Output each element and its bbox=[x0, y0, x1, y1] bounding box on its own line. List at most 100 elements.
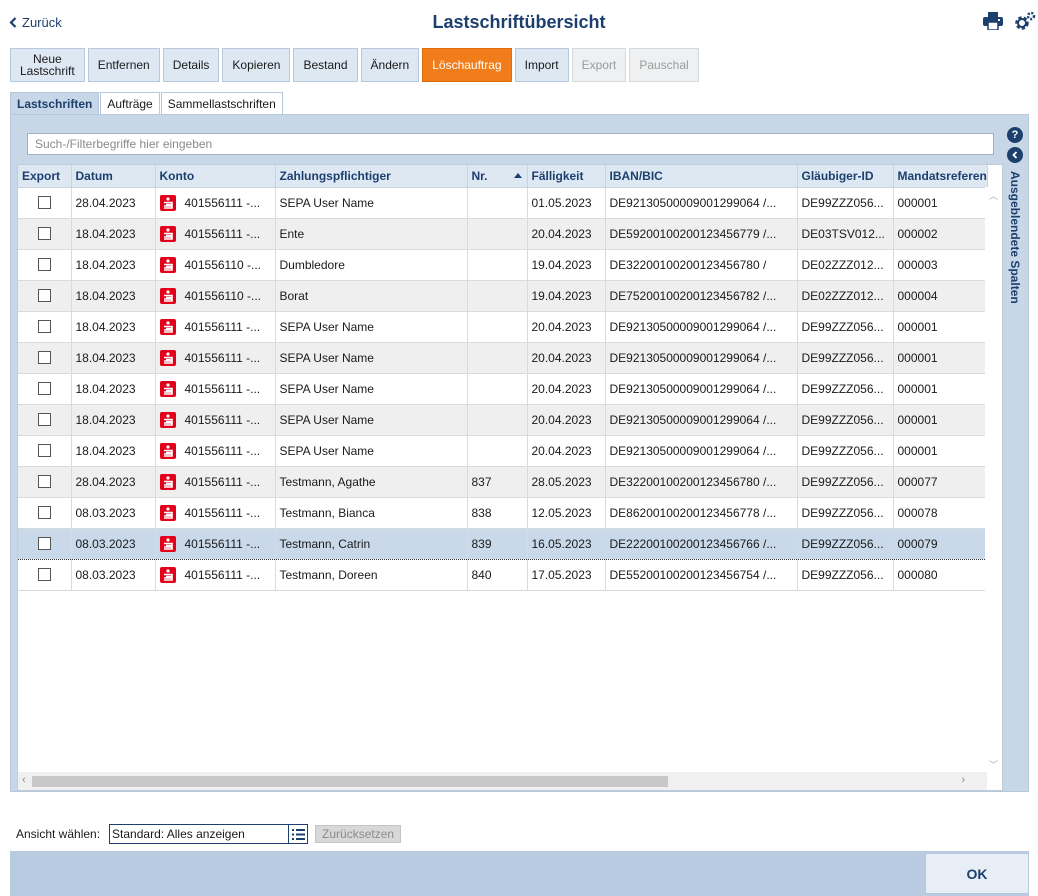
iban-bic-cell: DE92130500009001299064 /... bbox=[605, 373, 798, 405]
tab-auftraege[interactable]: Aufträge bbox=[100, 92, 160, 114]
col-header-mandatsreferenz[interactable]: Mandatsreferenz bbox=[893, 165, 988, 188]
konto-label: 401556111 -... bbox=[184, 195, 261, 210]
konto-cell: 401556111 -... bbox=[155, 373, 276, 405]
vertical-scrollbar[interactable]: ︿ ﹀ bbox=[985, 187, 1002, 773]
col-header-datum[interactable]: Datum bbox=[71, 165, 156, 188]
list-icon[interactable] bbox=[289, 824, 309, 844]
table-row[interactable]: 18.04.2023 401556111 -... SEPA User Name 20… bbox=[18, 311, 988, 343]
zahlungspflichtiger-cell: Borat bbox=[275, 280, 468, 312]
konto-label: 401556111 -... bbox=[184, 567, 261, 582]
table-row[interactable]: 08.03.2023 401556111 -... Testmann, Doreen… bbox=[18, 559, 988, 591]
zahlungspflichtiger-cell: Testmann, Catrin bbox=[275, 527, 468, 560]
datum-cell: 28.04.2023 bbox=[71, 187, 156, 219]
glaeubiger-id-cell: DE99ZZZ056... bbox=[797, 373, 894, 405]
export-checkbox[interactable] bbox=[37, 568, 51, 581]
nr-cell bbox=[467, 280, 528, 312]
scroll-up-icon[interactable]: ︿ bbox=[989, 189, 998, 202]
export-checkbox[interactable] bbox=[37, 289, 51, 302]
col-header-zahlungspflichtiger[interactable]: Zahlungspflichtiger bbox=[275, 165, 468, 188]
nr-cell bbox=[467, 311, 528, 343]
export-checkbox[interactable] bbox=[37, 320, 51, 333]
export-checkbox[interactable] bbox=[37, 537, 51, 550]
glaeubiger-id-cell: DE99ZZZ056... bbox=[797, 497, 894, 529]
table-row[interactable]: 28.04.2023 401556111 -... Testmann, Agathe… bbox=[18, 466, 988, 498]
print-icon[interactable] bbox=[982, 10, 1004, 32]
help-icon[interactable]: ? bbox=[1007, 127, 1023, 143]
col-header-nr[interactable]: Nr. bbox=[467, 165, 528, 188]
zahlungspflichtiger-cell: SEPA User Name bbox=[275, 373, 468, 405]
scroll-right-icon[interactable]: › bbox=[961, 774, 965, 786]
glaeubiger-id-cell: DE99ZZZ056... bbox=[797, 187, 894, 219]
table-row[interactable]: 18.04.2023 401556110 -... Borat 19.04.2023 D… bbox=[18, 280, 988, 312]
iban-bic-cell: DE32200100200123456780 / bbox=[605, 249, 798, 281]
col-header-iban-bic[interactable]: IBAN/BIC bbox=[605, 165, 798, 188]
edit-button[interactable]: Ändern bbox=[360, 48, 420, 82]
export-checkbox[interactable] bbox=[37, 382, 51, 395]
tab-sammellastschriften[interactable]: Sammellastschriften bbox=[160, 92, 283, 114]
col-header-konto[interactable]: Konto bbox=[155, 165, 276, 188]
sparkasse-logo-icon bbox=[159, 535, 176, 552]
export-checkbox[interactable] bbox=[37, 413, 51, 426]
export-checkbox[interactable] bbox=[37, 258, 51, 271]
glaeubiger-id-cell: DE99ZZZ056... bbox=[797, 404, 894, 436]
faelligkeit-cell: 20.04.2023 bbox=[527, 342, 606, 374]
new-direct-debit-button[interactable]: Neue Lastschrift bbox=[10, 48, 85, 82]
view-select[interactable]: Standard: Alles anzeigen bbox=[109, 824, 290, 844]
table-row[interactable]: 28.04.2023 401556111 -... SEPA User Name 01… bbox=[18, 187, 988, 219]
export-checkbox[interactable] bbox=[37, 506, 51, 519]
export-checkbox[interactable] bbox=[37, 196, 51, 209]
faelligkeit-cell: 12.05.2023 bbox=[527, 497, 606, 529]
konto-label: 401556111 -... bbox=[184, 443, 261, 458]
horizontal-scroll-thumb[interactable] bbox=[32, 776, 668, 787]
ok-button[interactable]: OK bbox=[925, 853, 1029, 894]
konto-cell: 401556111 -... bbox=[155, 218, 276, 250]
col-header-glaeubiger-id[interactable]: Gläubiger-ID bbox=[797, 165, 894, 188]
scroll-left-icon[interactable]: ‹ bbox=[22, 774, 26, 786]
reset-button[interactable]: Zurücksetzen bbox=[315, 825, 402, 843]
chevron-left-circle-icon[interactable] bbox=[1007, 147, 1023, 163]
export-cell bbox=[18, 342, 72, 374]
details-button[interactable]: Details bbox=[162, 48, 220, 82]
konto-label: 401556111 -... bbox=[184, 536, 261, 551]
inventory-button[interactable]: Bestand bbox=[293, 48, 358, 82]
hidden-columns-label[interactable]: Ausgeblendete Spalten bbox=[1008, 171, 1022, 304]
export-checkbox[interactable] bbox=[37, 351, 51, 364]
copy-button[interactable]: Kopieren bbox=[222, 48, 291, 82]
col-header-export[interactable]: Export bbox=[18, 165, 72, 188]
delete-order-button[interactable]: Löschauftrag bbox=[422, 48, 512, 82]
konto-label: 401556111 -... bbox=[184, 474, 261, 489]
table-row[interactable]: 18.04.2023 401556111 -... SEPA User Name 20… bbox=[18, 404, 988, 436]
export-checkbox[interactable] bbox=[37, 444, 51, 457]
glaeubiger-id-cell: DE99ZZZ056... bbox=[797, 559, 894, 591]
konto-cell: 401556111 -... bbox=[155, 404, 276, 436]
sparkasse-logo-icon bbox=[159, 411, 176, 428]
table-row[interactable]: 08.03.2023 401556111 -... Testmann, Bianca… bbox=[18, 497, 988, 529]
horizontal-scrollbar[interactable]: ‹ › bbox=[18, 772, 987, 790]
table-row[interactable]: 18.04.2023 401556111 -... Ente 20.04.2023 DE… bbox=[18, 218, 988, 250]
iban-bic-cell: DE92130500009001299064 /... bbox=[605, 404, 798, 436]
table-row[interactable]: 18.04.2023 401556111 -... SEPA User Name 20… bbox=[18, 435, 988, 467]
export-checkbox[interactable] bbox=[37, 475, 51, 488]
remove-button[interactable]: Entfernen bbox=[87, 48, 160, 82]
zahlungspflichtiger-cell: Dumbledore bbox=[275, 249, 468, 281]
search-filter-input[interactable] bbox=[27, 133, 994, 155]
flat-rate-button[interactable]: Pauschal bbox=[629, 48, 699, 82]
export-cell bbox=[18, 527, 72, 560]
settings-gear-icon[interactable] bbox=[1014, 10, 1036, 32]
export-checkbox[interactable] bbox=[37, 227, 51, 240]
table-row[interactable]: 18.04.2023 401556111 -... SEPA User Name 20… bbox=[18, 373, 988, 405]
mandatsreferenz-cell: 000079 bbox=[893, 527, 988, 560]
export-button[interactable]: Export bbox=[571, 48, 627, 82]
col-header-faelligkeit[interactable]: Fälligkeit bbox=[527, 165, 606, 188]
table-row[interactable]: 08.03.2023 401556111 -... Testmann, Catrin… bbox=[18, 527, 988, 560]
table-row[interactable]: 18.04.2023 401556110 -... Dumbledore 19.04.… bbox=[18, 249, 988, 281]
konto-cell: 401556110 -... bbox=[155, 280, 276, 312]
import-button[interactable]: Import bbox=[514, 48, 569, 82]
tab-lastschriften[interactable]: Lastschriften bbox=[10, 92, 100, 114]
konto-label: 401556111 -... bbox=[184, 350, 261, 365]
table-row[interactable]: 18.04.2023 401556111 -... SEPA User Name 20… bbox=[18, 342, 988, 374]
scroll-down-icon[interactable]: ﹀ bbox=[989, 758, 998, 771]
datum-cell: 18.04.2023 bbox=[71, 249, 156, 281]
iban-bic-cell: DE32200100200123456780 /... bbox=[605, 466, 798, 498]
nr-cell bbox=[467, 249, 528, 281]
